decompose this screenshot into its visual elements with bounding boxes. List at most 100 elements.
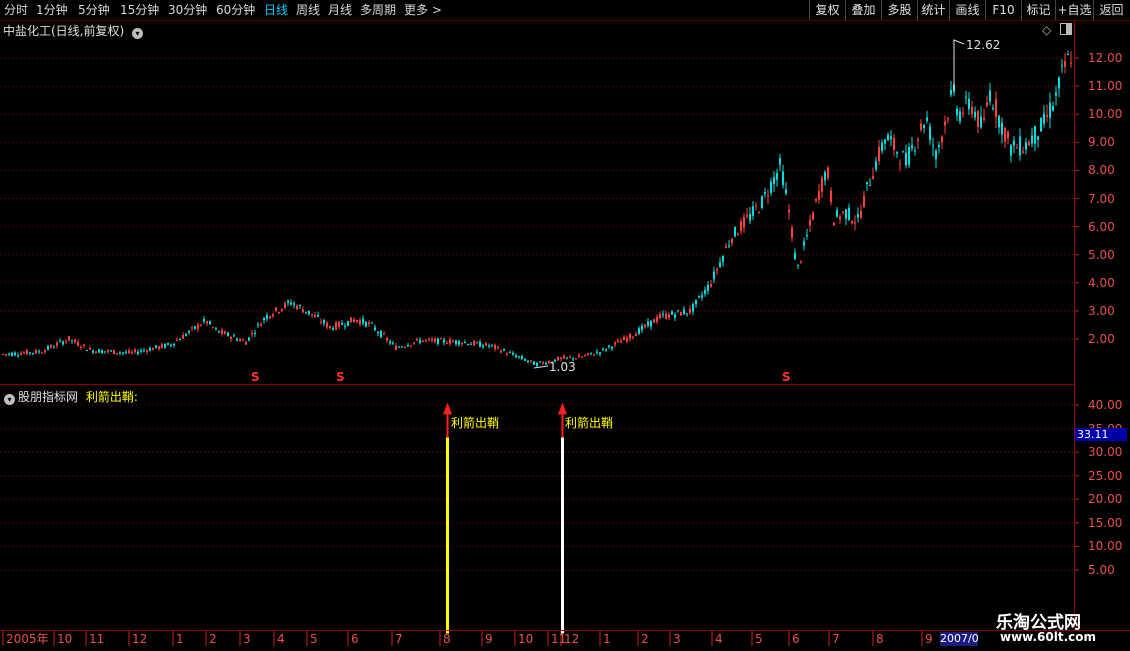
candle-body [719,262,721,267]
high-pointer-icon [953,39,965,45]
candle-body [725,246,727,248]
candle-body [23,352,25,354]
candle-body [368,322,370,325]
candle-body [1055,92,1057,96]
candle-body [566,357,568,359]
candle-body [71,340,73,342]
candle-body [302,309,304,313]
candle-body [1043,113,1045,124]
candle-body [32,352,34,354]
candle-body [14,352,16,356]
candle-body [149,348,151,351]
candle-body [1004,127,1006,142]
candle-body [545,363,547,365]
candle-body [851,221,853,224]
candle-body [857,213,859,218]
candle-body [905,152,907,166]
candle-body [371,322,373,324]
candle-body [437,338,439,344]
candle-body [896,152,898,154]
candle-body [317,315,319,317]
candle-body [686,313,688,315]
candle-body [182,334,184,339]
candle-body [971,106,973,114]
candle-body [752,206,754,216]
candle-body [542,362,544,364]
candle-body [833,222,835,226]
candle-body [494,345,496,349]
candle-body [1016,147,1018,149]
current-value-badge: 33.11 [1075,428,1127,441]
candle-body [131,351,133,353]
candle-body [401,346,403,348]
time-axis-label: 8 [876,632,884,646]
candle-body [281,308,283,311]
signal-label-1: 利箭出鞘 [451,416,500,430]
candle-body [479,341,481,347]
candle-body [224,331,226,335]
candle-body [677,310,679,312]
candle-body [200,325,202,327]
candle-body [179,339,181,341]
candle-body [815,198,817,201]
candle-body [788,209,790,213]
candle-body [821,177,823,192]
candle-body [626,337,628,342]
candle-body [536,362,538,367]
candle-body [80,347,82,349]
candle-body [731,238,733,244]
candle-body [104,351,106,353]
low-pointer-icon [533,365,549,369]
time-axis-label: 8 [443,632,451,646]
candle-body [254,332,256,334]
candle-body [473,341,475,346]
candle-body [617,340,619,342]
candle-body [320,321,322,323]
axis-separator [1074,21,1075,630]
candle-body [986,102,988,106]
candle-body [407,344,409,347]
candle-body [950,89,952,95]
candle-body [830,190,832,203]
candle-body [17,354,19,356]
candle-body [1058,77,1060,89]
price-axis-label: 9.00 [1088,135,1115,150]
candle-body [110,350,112,352]
time-axis-label: 6 [792,632,800,646]
candle-body [782,171,784,186]
candle-body [875,161,877,170]
time-axis-label: 1 [176,632,184,646]
candle-body [587,353,589,355]
candle-body [410,345,412,347]
candle-body [602,348,604,350]
candle-body [785,189,787,194]
candle-body [902,151,904,153]
candle-body [122,352,124,354]
candle-body [917,139,919,141]
candle-body [137,351,139,354]
indicator-axis-label: 40.00 [1088,398,1123,412]
candle-body [218,330,220,333]
candle-body [500,350,502,353]
time-axis-label: 3 [673,632,681,646]
price-axis-label: 3.00 [1088,303,1115,318]
time-axis-label: 2 [641,632,649,646]
candle-body [164,344,166,348]
candle-body [341,323,343,325]
price-axis-label: 2.00 [1088,332,1115,346]
candle-body [965,96,967,98]
candle-body [29,352,31,354]
chevron-down-icon[interactable]: ▾ [4,394,15,405]
time-axis-label: 12 [564,632,580,646]
time-axis-label: 2005年 [6,632,49,646]
s-marker-1: S [251,370,260,384]
candle-body [488,345,490,347]
candle-body [170,344,172,347]
candle-body [665,313,667,319]
candle-body [251,333,253,335]
kline-chart[interactable] [0,0,1130,650]
candle-body [533,361,535,365]
signal-label-2: 利箭出鞘 [565,416,614,430]
candle-body [773,177,775,184]
candle-body [899,163,901,165]
